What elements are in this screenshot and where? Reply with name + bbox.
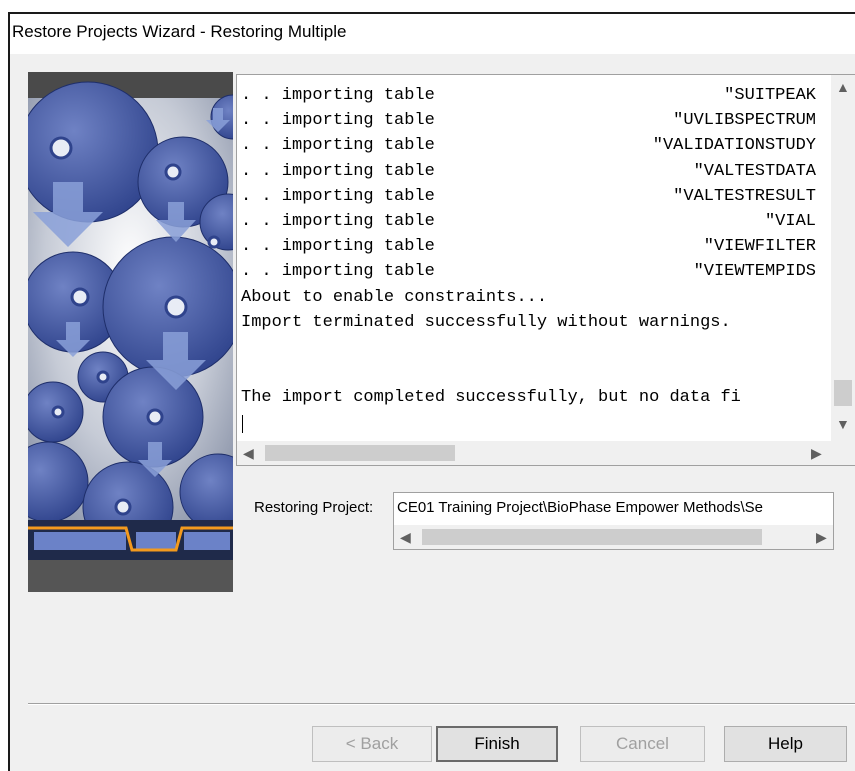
log-line: Import terminated successfully without w… — [241, 312, 731, 332]
log-line: . . importing table "UVLIBSPECTRUM — [241, 111, 816, 131]
import-log-lines: . . importing table "SUITPEAK . . importi… — [241, 83, 816, 433]
help-button[interactable]: Help — [724, 726, 847, 762]
disc-art-icon — [28, 72, 233, 592]
log-vertical-scroll-thumb[interactable] — [834, 380, 852, 406]
text-caret — [242, 415, 243, 433]
finish-button[interactable]: Finish — [436, 726, 558, 762]
project-horizontal-scrollbar[interactable]: ◀ ▶ — [394, 525, 833, 549]
log-line: . . importing table "VALTESTRESULT — [241, 186, 816, 206]
title-bar[interactable]: Restore Projects Wizard - Restoring Mult… — [10, 14, 855, 54]
cancel-button[interactable]: Cancel — [580, 726, 705, 762]
log-line: . . importing table "VALIDATIONSTUDY — [241, 136, 816, 156]
restoring-project-field[interactable]: CE01 Training Project\BioPhase Empower M… — [393, 492, 834, 550]
scroll-left-icon[interactable]: ◀ — [400, 530, 411, 544]
scroll-up-icon[interactable]: ▲ — [836, 80, 850, 94]
log-line: . . importing table "SUITPEAK — [241, 86, 816, 105]
scrollbar-corner — [831, 441, 855, 465]
log-line: . . importing table "VIAL — [241, 211, 816, 231]
wizard-window: Restore Projects Wizard - Restoring Mult… — [8, 12, 855, 771]
log-line: . . importing table "VIEWTEMPIDS — [241, 262, 816, 282]
button-separator — [28, 703, 855, 705]
log-horizontal-scrollbar[interactable]: ◀ ▶ — [237, 441, 833, 465]
scroll-right-icon[interactable]: ▶ — [811, 446, 822, 460]
log-line: About to enable constraints... — [241, 287, 548, 307]
restoring-project-value: CE01 Training Project\BioPhase Empower M… — [397, 499, 764, 516]
project-horizontal-scroll-thumb[interactable] — [422, 529, 762, 545]
window-title: Restore Projects Wizard - Restoring Mult… — [12, 22, 347, 41]
back-button[interactable]: < Back — [312, 726, 432, 762]
scroll-left-icon[interactable]: ◀ — [243, 446, 254, 460]
wizard-illustration — [28, 72, 233, 592]
log-horizontal-scroll-thumb[interactable] — [265, 445, 455, 461]
log-line: . . importing table "VIEWFILTER — [241, 237, 816, 257]
log-line — [241, 410, 816, 433]
scroll-right-icon[interactable]: ▶ — [816, 530, 827, 544]
log-line: . . importing table "VALTESTDATA — [241, 161, 816, 181]
log-line: The import completed successfully, but n… — [241, 388, 741, 408]
log-vertical-scrollbar[interactable]: ▲ ▼ — [831, 75, 855, 441]
import-log-textbox[interactable]: . . importing table "SUITPEAK . . importi… — [236, 74, 855, 466]
restoring-project-label: Restoring Project: — [254, 499, 374, 516]
scroll-down-icon[interactable]: ▼ — [836, 417, 850, 431]
